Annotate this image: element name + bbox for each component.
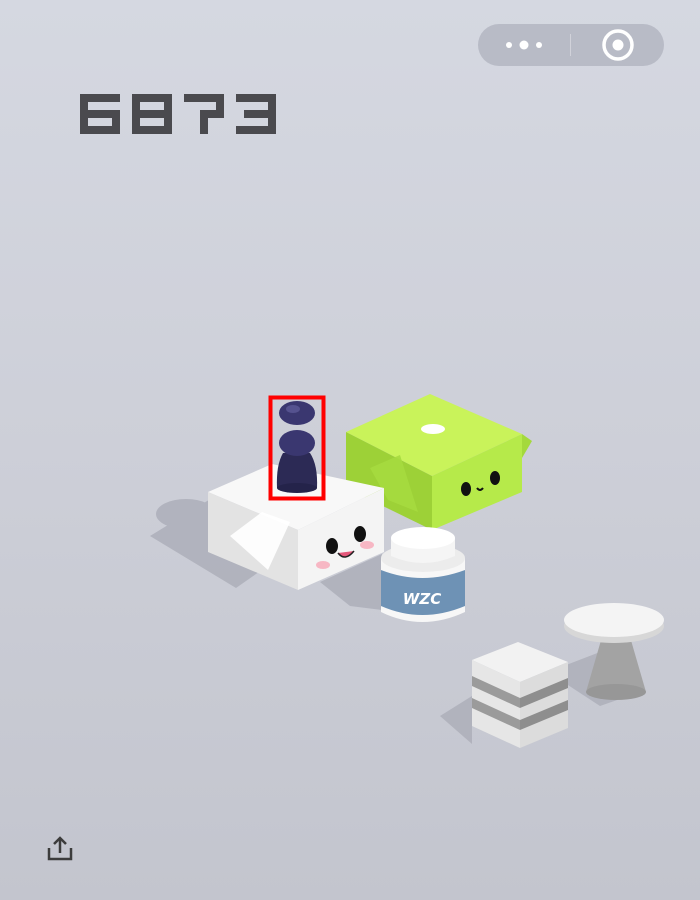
share-button[interactable]	[44, 834, 76, 864]
striped-cube	[472, 642, 568, 748]
game-scene[interactable]: WZC	[0, 0, 700, 900]
game-screen: { "score": "6873", "capsule": { "more_ic…	[0, 0, 700, 900]
player-piece	[276, 401, 318, 493]
share-upload-icon	[47, 836, 73, 861]
bottle-label: WZC	[403, 590, 441, 608]
wzc-bottle: WZC	[381, 527, 465, 622]
